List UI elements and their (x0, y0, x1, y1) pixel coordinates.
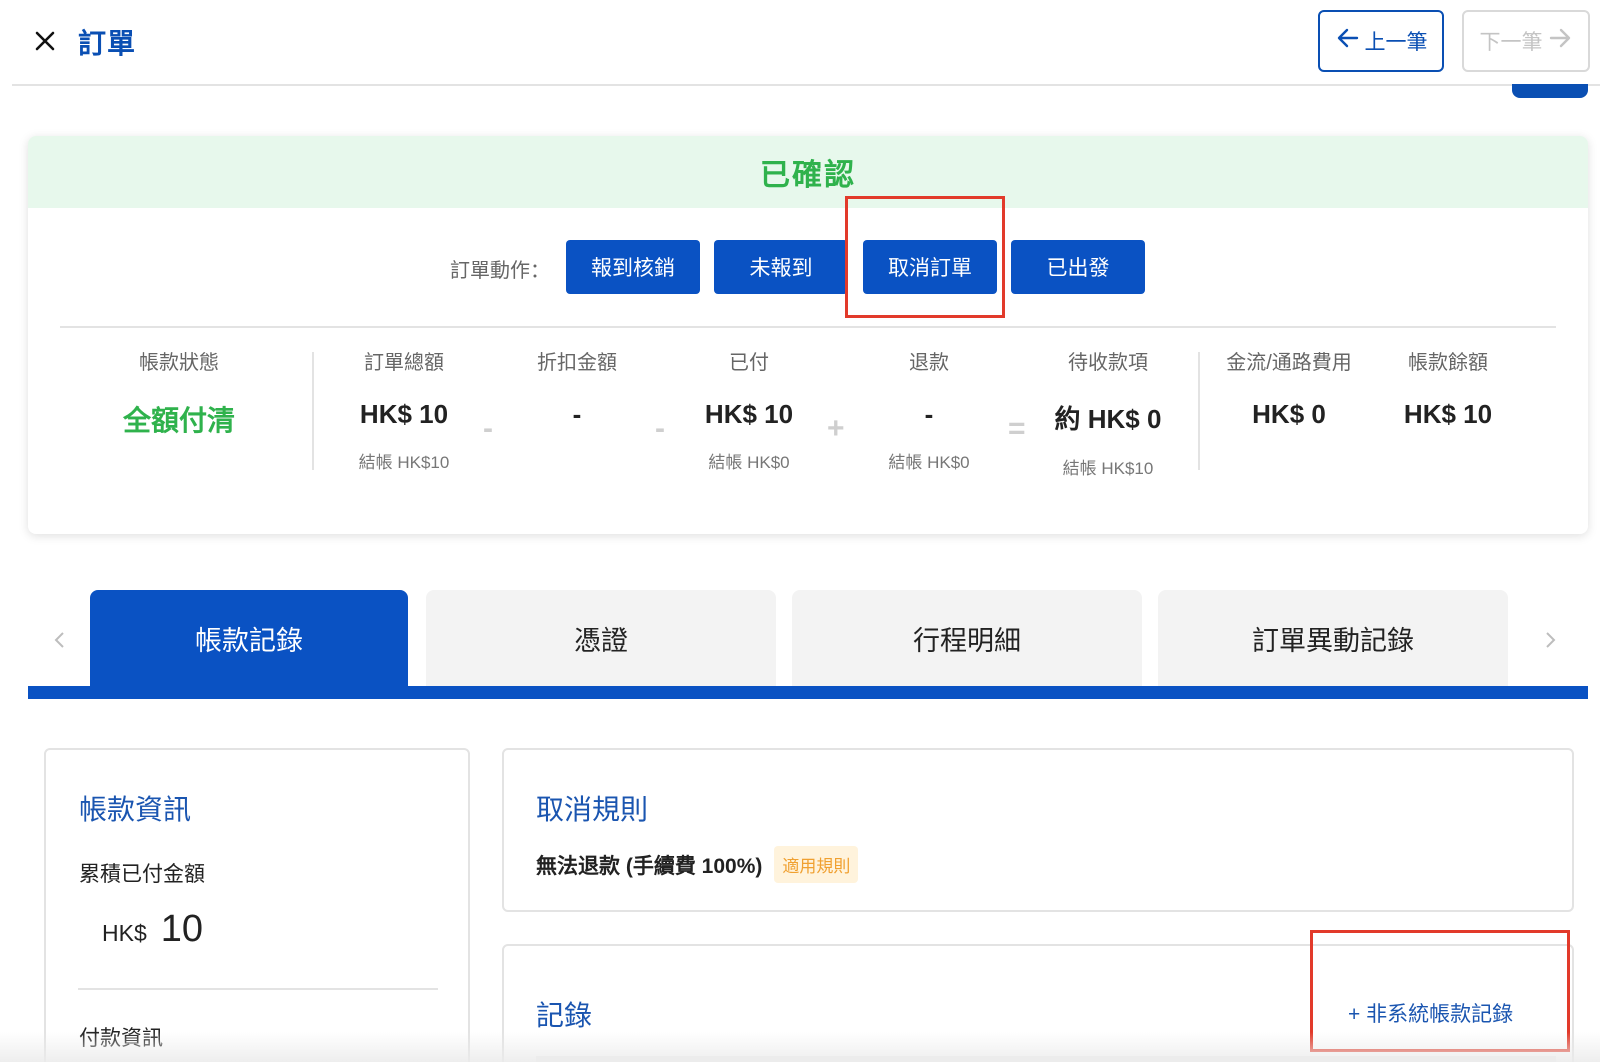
order-total: 訂單總額 HK$ 10 結帳 HK$10 (340, 346, 468, 473)
channel-fee: 金流/通路費用 HK$ 0 (1214, 346, 1364, 430)
plus-operator: + (827, 412, 845, 445)
payment-info-label: 付款資訊 (79, 1027, 163, 1050)
chevron-left-icon[interactable] (48, 628, 72, 652)
arrow-left-icon (1335, 25, 1361, 57)
billing-info-panel: 帳款資訊 累積已付金額 HK$ 10 付款資訊 (44, 748, 470, 1062)
chevron-right-icon[interactable] (1538, 628, 1562, 652)
page-title: 訂單 (78, 28, 137, 59)
next-order-button[interactable]: 下一筆 (1462, 10, 1590, 72)
discount-amount: 折扣金額 - (518, 346, 636, 430)
card-divider (60, 326, 1556, 328)
accumulated-paid-label: 累積已付金額 (79, 863, 205, 886)
accumulated-paid-amount: HK$ 10 (102, 908, 203, 951)
order-total-sub: 結帳 HK$10 (358, 453, 450, 472)
partial-button-edge (1512, 84, 1588, 98)
summary-divider (1198, 352, 1200, 470)
receivable-header: 待收款項 (1068, 352, 1148, 374)
payment-status-header: 帳款狀態 (139, 352, 219, 374)
account-balance: 帳款餘額 HK$ 10 (1386, 346, 1510, 430)
refund-value: - (924, 399, 934, 429)
channel-fee-value: HK$ 0 (1252, 399, 1326, 429)
receivable-amount: 待收款項 約 HK$ 0 結帳 HK$10 (1040, 346, 1176, 479)
highlight-box-add-record (1310, 930, 1570, 1052)
order-total-value: HK$ 10 (359, 399, 449, 429)
tab-bar: 帳款記錄 憑證 行程明細 訂單異動記錄 (28, 590, 1588, 700)
tab-billing-records[interactable]: 帳款記錄 (90, 590, 408, 686)
channel-fee-header: 金流/通路費用 (1226, 352, 1352, 374)
order-status-card: 已確認 訂單動作： 報到核銷 未報到 取消訂單 已出發 帳款狀態 全額付清 訂單… (28, 136, 1588, 534)
order-actions: 訂單動作： 報到核銷 未報到 取消訂單 已出發 (28, 240, 1588, 294)
records-table-header (536, 1056, 1556, 1062)
header-divider (12, 84, 1600, 86)
discount-value: - (572, 399, 582, 429)
records-title: 記錄 (536, 1000, 593, 1031)
applied-rule-badge: 適用規則 (774, 846, 859, 883)
minus-operator: - (483, 412, 493, 445)
billing-info-title: 帳款資訊 (79, 794, 192, 825)
discount-header: 折扣金額 (537, 352, 617, 374)
cancel-rule-text: 無法退款 (手續費 100%) (536, 854, 763, 878)
paid-value: HK$ 10 (704, 399, 794, 429)
paid-amount: 已付 HK$ 10 結帳 HK$0 (690, 346, 808, 473)
receivable-sub: 結帳 HK$10 (1062, 459, 1154, 478)
tab-underline (28, 686, 1588, 699)
close-icon[interactable] (30, 26, 60, 56)
departed-button[interactable]: 已出發 (1011, 240, 1145, 294)
minus-operator: - (655, 412, 665, 445)
order-total-header: 訂單總額 (364, 352, 444, 374)
tab-vouchers[interactable]: 憑證 (426, 590, 776, 686)
refund-amount: 退款 - 結帳 HK$0 (874, 346, 984, 473)
previous-order-label: 上一筆 (1364, 31, 1428, 54)
arrow-right-icon (1547, 25, 1573, 57)
cancel-rules-title: 取消規則 (536, 794, 649, 825)
highlight-box-cancel-order (845, 196, 1005, 318)
cancel-rules-panel: 取消規則 無法退款 (手續費 100%) 適用規則 (502, 748, 1574, 912)
previous-order-button[interactable]: 上一筆 (1318, 10, 1444, 72)
summary-divider (312, 352, 314, 470)
payment-status-value: 全額付清 (122, 405, 235, 436)
tab-itinerary[interactable]: 行程明細 (792, 590, 1142, 686)
equals-operator: = (1008, 412, 1026, 445)
payment-status: 帳款狀態 全額付清 (114, 346, 244, 439)
status-banner: 已確認 (28, 136, 1588, 208)
top-bar: 訂單 上一筆 下一筆 (0, 0, 1600, 86)
next-order-label: 下一筆 (1479, 31, 1543, 54)
currency-label: HK$ (102, 920, 147, 946)
paid-header: 已付 (729, 352, 769, 374)
refund-header: 退款 (909, 352, 949, 374)
panel-divider (78, 988, 438, 990)
check-in-button[interactable]: 報到核銷 (566, 240, 700, 294)
receivable-value: 約 HK$ 0 (1054, 404, 1162, 434)
balance-header: 帳款餘額 (1408, 352, 1488, 374)
paid-sub: 結帳 HK$0 (708, 453, 790, 472)
refund-sub: 結帳 HK$0 (888, 453, 970, 472)
no-show-button[interactable]: 未報到 (714, 240, 848, 294)
order-actions-label: 訂單動作： (450, 260, 550, 282)
tab-order-changes[interactable]: 訂單異動記錄 (1158, 590, 1508, 686)
balance-value: HK$ 10 (1403, 399, 1493, 429)
cancel-rule-row: 無法退款 (手續費 100%) 適用規則 (536, 846, 859, 883)
paid-amount-number: 10 (160, 908, 204, 950)
